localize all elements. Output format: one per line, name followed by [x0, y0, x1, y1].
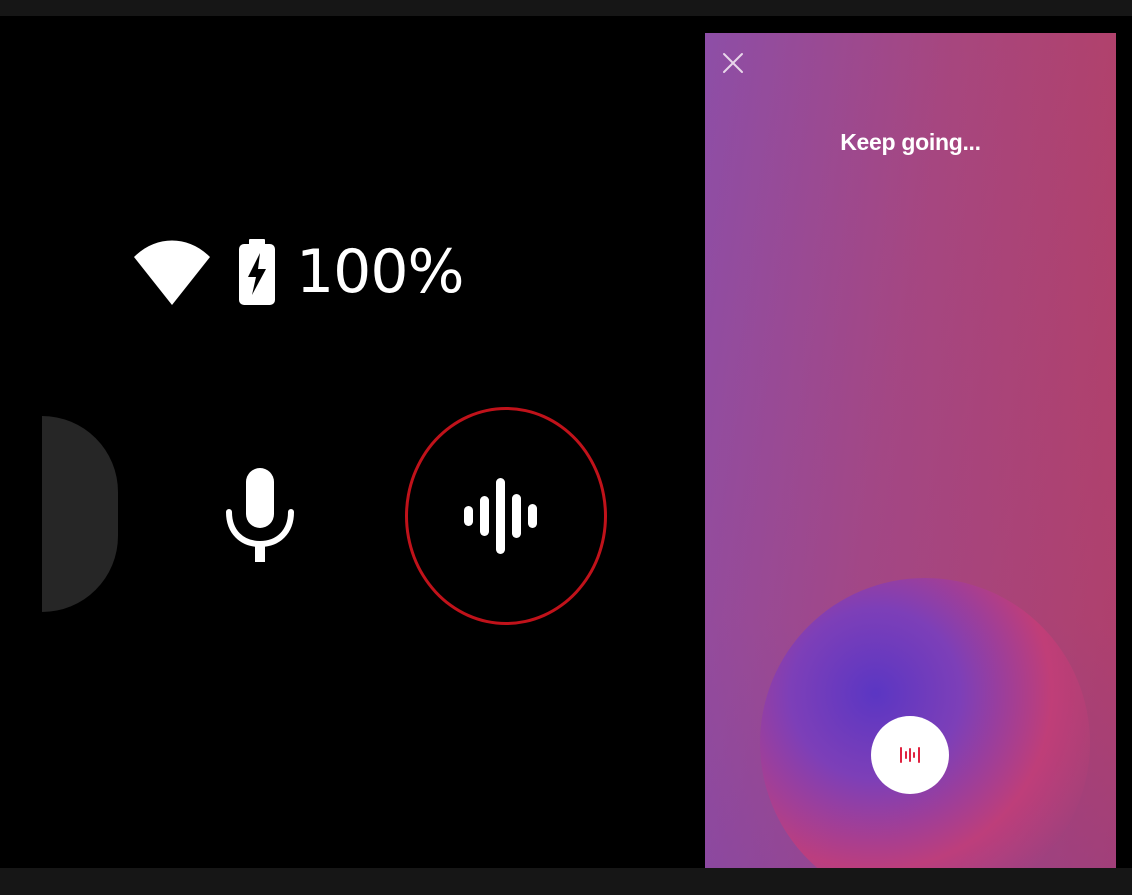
assistant-panel: Keep going...	[705, 33, 1116, 868]
voice-bars-icon[interactable]	[462, 478, 542, 554]
panel-title: Keep going...	[840, 129, 981, 155]
side-button-partial[interactable]	[42, 416, 118, 612]
wifi-icon	[134, 240, 210, 305]
screenshot-stage: 100% Keep going...	[0, 0, 1132, 895]
listen-button[interactable]	[871, 716, 949, 794]
battery-percentage: 100%	[296, 237, 465, 307]
status-row: 100%	[134, 236, 465, 308]
frame-bottom-bar	[0, 868, 1132, 895]
microphone-icon[interactable]	[224, 468, 296, 562]
battery-charging-icon	[239, 239, 275, 305]
close-icon[interactable]	[721, 51, 745, 75]
listening-wave-icon	[900, 747, 920, 763]
frame-top-bar	[0, 0, 1132, 16]
